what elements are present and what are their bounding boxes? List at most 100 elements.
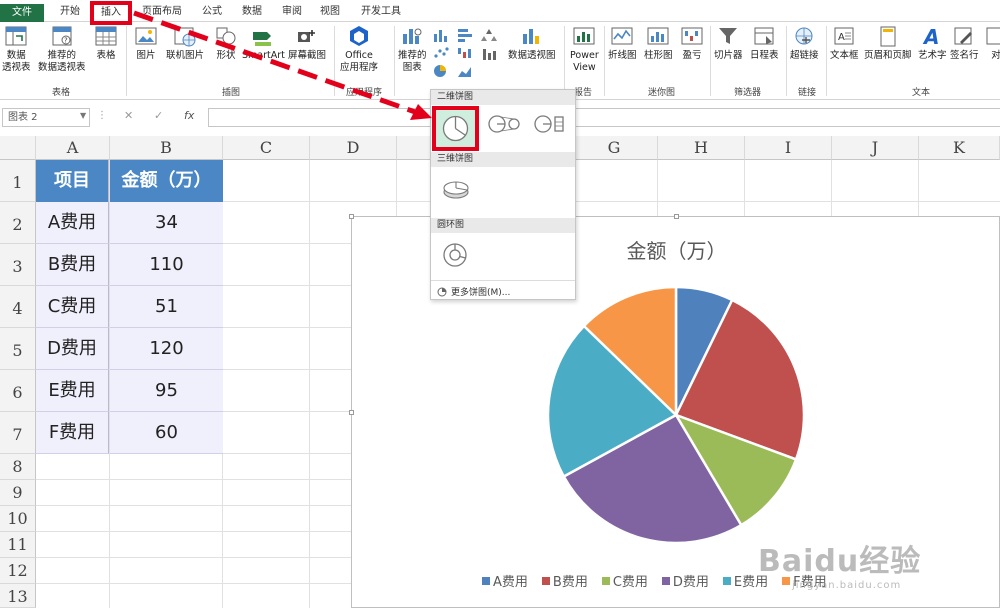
insert-function-button[interactable]: fx — [184, 109, 194, 122]
scatter-chart-icon[interactable] — [432, 45, 450, 61]
more-pie-charts-button[interactable]: 更多饼图(M)... — [437, 285, 510, 298]
table-data-cell[interactable]: C费用 — [36, 286, 109, 328]
recommended-charts-label-2: 图表 — [402, 62, 422, 73]
pie-3d-icon[interactable] — [441, 178, 471, 202]
signature-line-button[interactable]: 签名行 — [950, 24, 979, 62]
sparkline-line-button[interactable]: 折线图 — [608, 24, 637, 62]
pie-of-pie-icon[interactable] — [487, 114, 521, 134]
legend-item[interactable]: D费用 — [661, 571, 709, 590]
tab-review[interactable]: 审阅 — [276, 3, 308, 22]
header-footer-button[interactable]: 页眉和页脚 — [864, 24, 912, 62]
sparkline-winloss-label: 盈亏 — [682, 50, 702, 61]
name-box[interactable]: 图表 2 — [2, 108, 90, 127]
confirm-icon[interactable]: ✓ — [154, 109, 163, 122]
tab-formulas[interactable]: 公式 — [196, 3, 228, 22]
row-header-3[interactable]: 3 — [0, 244, 36, 286]
bar-chart-icon[interactable] — [456, 27, 474, 43]
table-data-cell[interactable]: E费用 — [36, 370, 109, 412]
table-data-cell[interactable]: F费用 — [36, 412, 109, 454]
recommended-pivot-label-2: 数据透视表 — [38, 62, 86, 73]
wordart-button[interactable]: A 艺术字 — [918, 24, 947, 62]
tab-page-layout[interactable]: 页面布局 — [138, 3, 186, 22]
select-all-corner[interactable] — [0, 136, 36, 160]
column-header-a[interactable]: A — [36, 136, 110, 160]
tab-home[interactable]: 开始 — [52, 3, 88, 22]
row-header-2[interactable]: 2 — [0, 202, 36, 244]
slicer-button[interactable]: 切片器 — [714, 24, 743, 62]
row-header-1[interactable]: 1 — [0, 160, 36, 202]
formula-input[interactable] — [208, 108, 1000, 127]
table-button[interactable]: 表格 — [94, 24, 118, 62]
doughnut-icon[interactable] — [441, 241, 469, 269]
column-header-c[interactable]: C — [223, 136, 310, 160]
row-header-7[interactable]: 7 — [0, 412, 36, 454]
tab-view[interactable]: 视图 — [314, 3, 346, 22]
column-header-b[interactable]: B — [110, 136, 223, 160]
row-header-13[interactable]: 13 — [0, 584, 36, 608]
table-header-cell[interactable]: 项目 — [36, 160, 109, 202]
row-header-8[interactable]: 8 — [0, 454, 36, 480]
screenshot-button[interactable]: 屏幕截图 — [288, 24, 326, 62]
hierarchy-chart-icon[interactable] — [480, 27, 498, 43]
row-header-6[interactable]: 6 — [0, 370, 36, 412]
smartart-button[interactable]: SmartArt — [242, 24, 285, 62]
recommended-charts-button[interactable]: 推荐的 图表 — [398, 24, 427, 74]
area-chart-icon[interactable] — [456, 63, 474, 79]
column-header-j[interactable]: J — [832, 136, 919, 160]
row-header-4[interactable]: 4 — [0, 286, 36, 328]
table-data-cell[interactable]: 95 — [110, 370, 223, 412]
bar-of-pie-icon[interactable] — [533, 114, 567, 134]
column-chart-icon[interactable] — [432, 27, 450, 43]
ribbon-separator — [334, 26, 335, 96]
legend-item[interactable]: C费用 — [601, 571, 648, 590]
table-data-cell[interactable]: B费用 — [36, 244, 109, 286]
table-data-cell[interactable]: 34 — [110, 202, 223, 244]
row-header-10[interactable]: 10 — [0, 506, 36, 532]
sparkline-winloss-button[interactable]: 盈亏 — [680, 24, 704, 62]
pie-chart-icon[interactable] — [432, 63, 450, 79]
table-data-cell[interactable]: 110 — [110, 244, 223, 286]
sparkline-column-button[interactable]: 柱形图 — [644, 24, 673, 62]
recommended-pivot-button[interactable]: ? 推荐的 数据透视表 — [38, 24, 86, 74]
column-header-d[interactable]: D — [310, 136, 397, 160]
tab-file[interactable]: 文件 — [0, 4, 44, 22]
watermark-sub: jingyan.baidu.com — [792, 580, 902, 591]
row-header-9[interactable]: 9 — [0, 480, 36, 506]
table-header-cell[interactable]: 金额（万） — [110, 160, 223, 202]
legend-item[interactable]: B费用 — [541, 571, 588, 590]
table-data-cell[interactable]: 60 — [110, 412, 223, 454]
object-button[interactable]: 对 — [984, 24, 1000, 62]
hyperlink-icon — [795, 27, 813, 45]
tab-data[interactable]: 数据 — [236, 3, 268, 22]
pictures-button[interactable]: 图片 — [134, 24, 158, 62]
waterfall-chart-icon[interactable] — [456, 45, 474, 61]
watermark-main: Baidu经验 — [758, 544, 922, 579]
pie-option-selected[interactable] — [432, 106, 479, 151]
column-header-g[interactable]: G — [571, 136, 658, 160]
row-header-11[interactable]: 11 — [0, 532, 36, 558]
group-label-text: 文本 — [912, 88, 931, 98]
shapes-button[interactable]: 形状 — [214, 24, 238, 62]
table-data-cell[interactable]: D费用 — [36, 328, 109, 370]
legend-item[interactable]: A费用 — [482, 571, 528, 590]
statistic-chart-icon[interactable] — [480, 45, 498, 61]
power-view-button[interactable]: Power View — [570, 24, 599, 74]
hyperlink-button[interactable]: 超链接 — [790, 24, 819, 62]
row-header-12[interactable]: 12 — [0, 558, 36, 584]
cancel-icon[interactable]: ✕ — [124, 109, 133, 122]
online-pictures-button[interactable]: 联机图片 — [166, 24, 204, 62]
name-box-dropdown-icon[interactable]: ▼ — [80, 111, 86, 120]
office-apps-button[interactable]: Office 应用程序 — [340, 24, 378, 74]
row-header-5[interactable]: 5 — [0, 328, 36, 370]
column-header-i[interactable]: I — [745, 136, 832, 160]
textbox-button[interactable]: A 文本框 — [830, 24, 859, 62]
pivot-chart-button[interactable]: 数据透视图 — [508, 24, 556, 62]
tab-developer[interactable]: 开发工具 — [356, 3, 406, 22]
column-header-k[interactable]: K — [919, 136, 1000, 160]
table-data-cell[interactable]: 120 — [110, 328, 223, 370]
table-data-cell[interactable]: 51 — [110, 286, 223, 328]
column-header-h[interactable]: H — [658, 136, 745, 160]
table-data-cell[interactable]: A费用 — [36, 202, 109, 244]
pivot-table-button[interactable]: 数据 透视表 — [2, 24, 31, 74]
timeline-button[interactable]: 日程表 — [750, 24, 779, 62]
